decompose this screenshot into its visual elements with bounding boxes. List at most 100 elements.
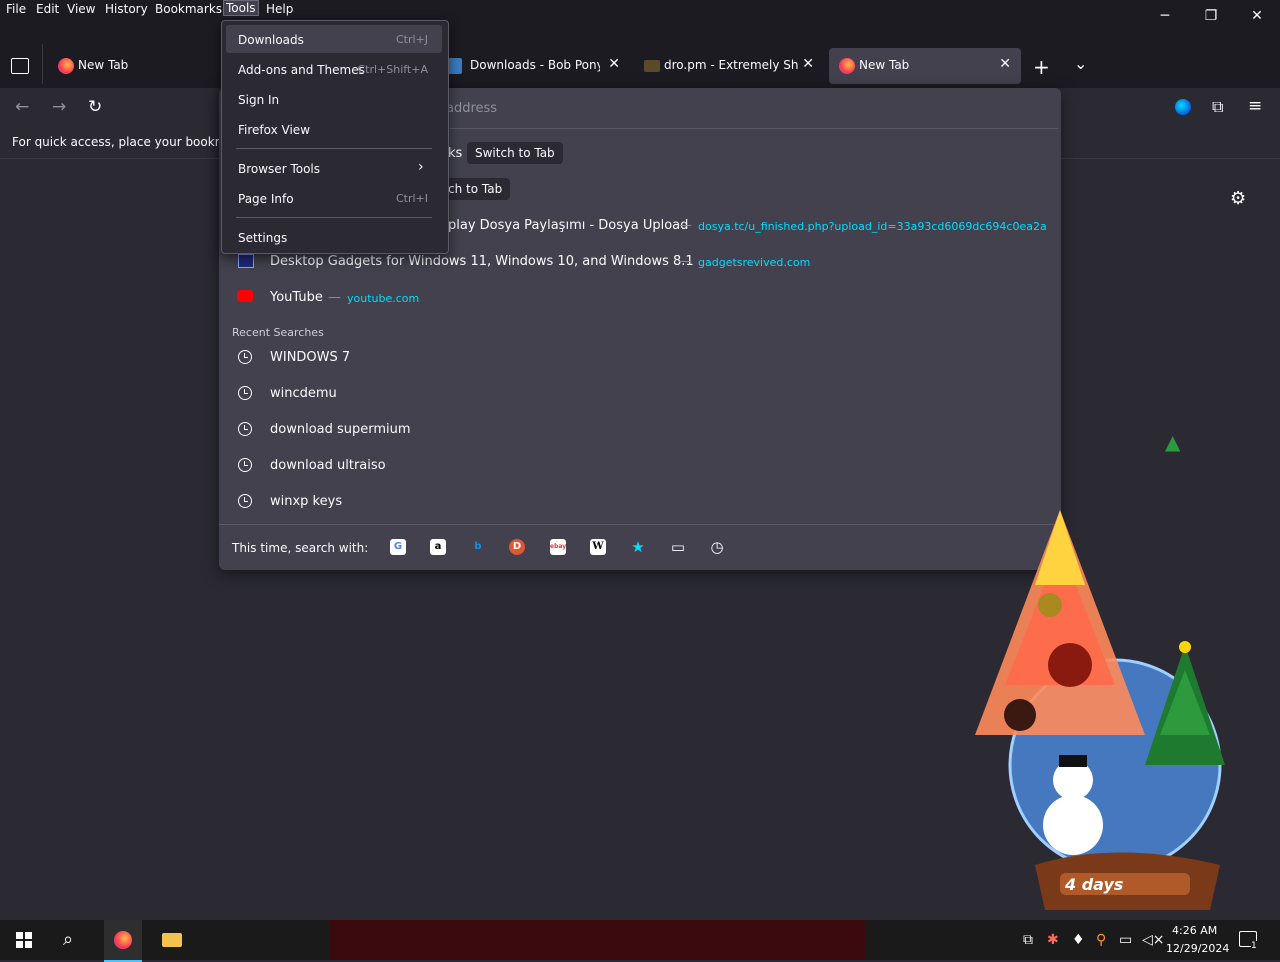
tab-label: Downloads - Bob Pony [470,58,600,72]
gadget-site-icon [238,254,254,268]
taskbar-wallpaper-strip [330,920,865,960]
tab-dro-pm[interactable]: dro.pm - Extremely Short ✕ [634,48,824,84]
suggestion-title[interactable]: Desktop Gadgets for Windows 11, Windows … [270,254,694,269]
menu-item-firefox-view[interactable]: Firefox View [238,123,310,137]
gear-icon[interactable]: ⚙ [1230,188,1246,209]
puzzle-extensions-icon[interactable]: ⧉ [1212,97,1223,117]
menu-item-settings[interactable]: Settings [238,231,287,245]
shortcut-downloads: Ctrl+J [395,33,428,46]
recent-search-item[interactable]: download ultraiso [270,458,386,473]
tab-label: dro.pm - Extremely Short [664,58,799,72]
hamburger-menu-icon[interactable]: ≡ [1248,96,1262,116]
menu-bar: File Edit View History Bookmarks Tools H… [0,0,1280,24]
youtube-icon [237,290,253,302]
taskbar [0,920,1280,962]
menu-item-addons[interactable]: Add-ons and Themes [238,63,365,77]
tab-label: New Tab [78,58,129,72]
search-icon[interactable]: ⌕ [63,929,73,950]
firefox-icon [839,58,855,74]
tools-menu-popup: Downloads Ctrl+J Add-ons and Themes Ctrl… [221,20,449,254]
ebay-icon[interactable]: ebay [550,539,566,555]
bookmarks-star-icon[interactable]: ★ [630,539,646,555]
notification-count: 1 [1251,941,1257,951]
switch-to-tab-button[interactable]: Switch to Tab [467,142,563,164]
firefox-icon [58,58,74,74]
volume-muted-icon[interactable]: ◁× [1142,932,1165,948]
recent-search-item[interactable]: download supermium [270,422,411,437]
history-clock-icon [238,350,252,364]
menu-item-page-info[interactable]: Page Info [238,192,294,206]
shortcut-addons: Ctrl+Shift+A [357,63,428,76]
suggestion-separator: — [328,290,341,305]
switch-to-tab-button[interactable]: ch to Tab [440,178,511,200]
menu-view[interactable]: View [67,2,95,16]
wikipedia-icon[interactable]: W [590,539,606,555]
task-view-icon[interactable]: ⧉ [1023,932,1033,948]
history-clock-icon [238,458,252,472]
firefox-view-icon[interactable] [11,58,29,74]
menu-edit[interactable]: Edit [36,2,59,16]
reload-icon[interactable]: ↻ [88,97,102,117]
menu-separator [236,217,432,218]
network-icon[interactable]: ▭ [1119,932,1132,948]
extension-icon[interactable] [1175,99,1191,115]
tray-drop-icon[interactable]: ♦ [1072,932,1085,948]
suggestion-separator: — [679,218,692,233]
tab-label: New Tab [859,58,910,72]
bing-icon[interactable]: b [470,539,486,555]
bookmarks-hint: For quick access, place your bookmarks [12,135,220,149]
suggestion-separator: — [678,254,691,269]
menu-bookmarks[interactable]: Bookmarks [155,2,222,16]
suggestion-tab-prefix: ks [448,146,463,161]
windows-start-icon[interactable] [16,932,32,948]
close-tab-icon[interactable]: ✕ [999,56,1011,72]
recent-search-item[interactable]: WINDOWS 7 [270,350,350,365]
menu-history[interactable]: History [105,2,148,16]
search-shortcuts-divider [219,524,1061,525]
tray-app-icon[interactable]: ✱ [1047,932,1059,948]
new-tab-button[interactable]: + [1033,55,1050,79]
history-icon[interactable]: ◷ [709,539,725,555]
countdown-label: 4 days [1065,875,1124,894]
clock-date[interactable]: 12/29/2024 [1166,942,1229,955]
suggestion-url[interactable]: gadgetsrevived.com [698,256,810,269]
suggestion-title[interactable]: play Dosya Paylaşımı - Dosya Upload [448,218,688,233]
menu-separator [236,148,432,149]
menu-file[interactable]: File [6,2,26,16]
forward-arrow-icon[interactable]: → [52,97,66,117]
close-tab-icon[interactable]: ✕ [608,56,620,72]
history-clock-icon [238,494,252,508]
file-explorer-icon[interactable] [162,933,182,947]
christmas-countdown-gadget[interactable]: 4 days [965,505,1255,915]
recent-searches-heading: Recent Searches [232,326,324,339]
history-clock-icon [238,386,252,400]
suggestion-url[interactable]: youtube.com [347,292,419,305]
menu-item-downloads[interactable]: Downloads [238,33,304,47]
menu-item-sign-in[interactable]: Sign In [238,93,279,107]
google-icon[interactable]: G [390,539,406,555]
suggestion-title[interactable]: YouTube [270,290,323,305]
firefox-taskbar-icon[interactable] [114,931,132,949]
tab-downloads-bob-pony[interactable]: Downloads - Bob Pony ✕ [440,48,630,84]
urlbar-input[interactable]: address [446,101,497,116]
suggestion-url[interactable]: dosya.tc/u_finished.php?upload_id=33a93c… [698,220,1046,233]
tab-new-tab-1[interactable]: New Tab [48,48,223,84]
tray-search-icon[interactable]: ⚲ [1096,932,1106,948]
amazon-icon[interactable]: a [430,539,446,555]
menu-tools[interactable]: Tools [223,0,259,16]
menu-help[interactable]: Help [266,2,293,16]
close-tab-icon[interactable]: ✕ [802,56,814,72]
search-with-label: This time, search with: [232,541,369,555]
list-all-tabs-button[interactable]: ⌄ [1074,54,1087,73]
tree-cursor-icon: ▲ [1165,430,1181,454]
recent-search-item[interactable]: wincdemu [270,386,337,401]
tab-new-tab-active[interactable]: New Tab ✕ [829,48,1021,84]
menu-item-browser-tools[interactable]: Browser Tools [238,162,320,176]
folder-icon [644,60,660,72]
christmas-tree-snowglobe-icon [975,510,1225,910]
clock-time[interactable]: 4:26 AM [1172,924,1217,937]
recent-search-item[interactable]: winxp keys [270,494,342,509]
tabs-icon[interactable]: ▭ [670,539,686,555]
duckduckgo-icon[interactable]: D [509,539,525,555]
back-arrow-icon[interactable]: ← [15,97,29,117]
